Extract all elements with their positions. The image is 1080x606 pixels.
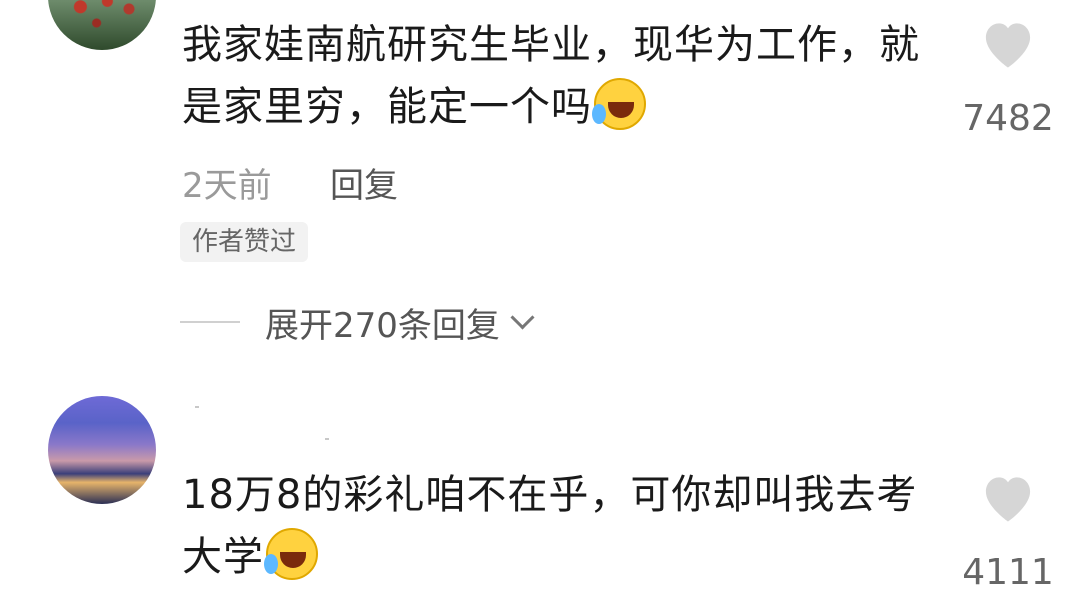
heart-icon bbox=[985, 477, 1031, 522]
username[interactable] bbox=[195, 402, 335, 442]
comment-text: 18万8的彩礼咱不在乎，可你却叫我去考大学 bbox=[182, 464, 942, 588]
grinning-squinting-tears-emoji bbox=[592, 78, 646, 130]
like-button[interactable]: 7482 bbox=[953, 16, 1063, 139]
avatar[interactable] bbox=[48, 0, 156, 50]
expand-replies-button[interactable]: 展开270条回复 bbox=[265, 298, 535, 347]
author-liked-badge: 作者赞过 bbox=[180, 222, 309, 262]
like-count: 4111 bbox=[962, 552, 1054, 593]
avatar[interactable] bbox=[48, 396, 156, 504]
heart-icon bbox=[985, 23, 1031, 68]
divider-line bbox=[180, 321, 240, 323]
expand-replies-label: 展开270条回复 bbox=[265, 306, 500, 346]
comment-body: 我家娃南航研究生毕业，现华为工作，就是家里穷，能定一个吗 bbox=[182, 22, 920, 130]
comment-text: 我家娃南航研究生毕业，现华为工作，就是家里穷，能定一个吗 bbox=[182, 14, 942, 138]
like-button[interactable]: 4111 bbox=[953, 470, 1063, 593]
comment-time: 2天前 bbox=[182, 166, 272, 206]
chevron-down-icon bbox=[510, 305, 535, 330]
reply-button[interactable]: 回复 bbox=[330, 158, 398, 207]
grinning-squinting-tears-emoji bbox=[264, 528, 318, 580]
like-count: 7482 bbox=[962, 98, 1054, 139]
